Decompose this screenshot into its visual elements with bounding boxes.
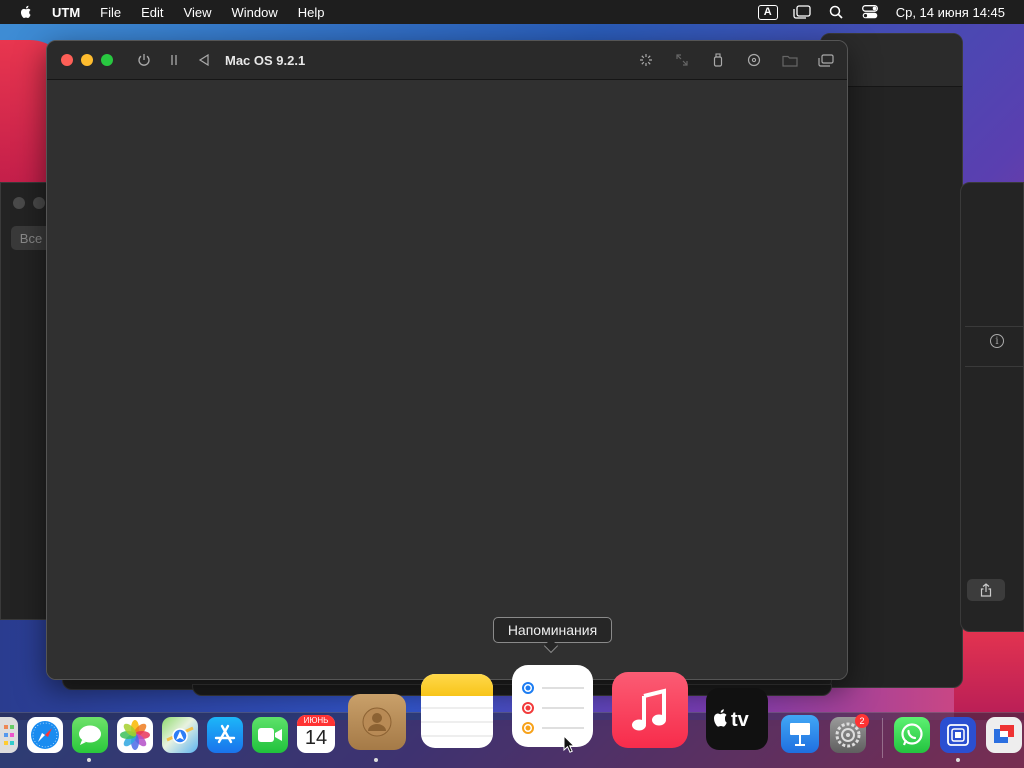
- facetime-icon[interactable]: [252, 717, 288, 753]
- menu-bar: UTM File Edit View Window Help A Ср, 14 …: [0, 0, 1024, 24]
- window-button-inactive[interactable]: [13, 197, 25, 209]
- shared-folder-button[interactable]: [779, 49, 801, 71]
- maps-icon[interactable]: [162, 717, 198, 753]
- divider: [965, 366, 1023, 367]
- share-icon: [980, 583, 992, 597]
- utm-icon[interactable]: [940, 717, 976, 753]
- pause-button[interactable]: [163, 49, 185, 71]
- apple-tv-icon[interactable]: tv: [706, 688, 768, 750]
- apple-menu-icon[interactable]: [18, 4, 34, 20]
- svg-text:tv: tv: [731, 709, 750, 731]
- minimize-button[interactable]: [81, 54, 93, 66]
- resize-arrows-icon: [676, 54, 688, 66]
- notes-icon[interactable]: [421, 674, 493, 748]
- messages-icon[interactable]: [72, 717, 108, 753]
- window-title: Mac OS 9.2.1: [225, 52, 306, 68]
- disc-icon: [747, 53, 761, 67]
- folder-icon: [782, 55, 798, 67]
- app-store-icon[interactable]: [207, 717, 243, 753]
- window-titlebar[interactable]: Mac OS 9.2.1: [47, 41, 847, 80]
- usb-drive-icon: [713, 53, 723, 67]
- app-menu[interactable]: UTM: [52, 5, 80, 20]
- control-center-icon[interactable]: [860, 4, 880, 20]
- restart-button[interactable]: [193, 49, 215, 71]
- running-indicator: [956, 758, 960, 762]
- divider: [965, 326, 1023, 327]
- power-button[interactable]: [133, 49, 155, 71]
- notes-header: [421, 674, 493, 696]
- windows-icon: [818, 53, 834, 67]
- spotlight-search-icon[interactable]: [826, 4, 846, 20]
- notification-badge: 2: [855, 714, 869, 728]
- wallpaper-shape-right: [954, 620, 1024, 720]
- menu-help[interactable]: Help: [298, 5, 325, 20]
- info-icon[interactable]: i: [990, 334, 1004, 348]
- calendar-day: 14: [304, 727, 328, 749]
- toolbar-right: [635, 49, 837, 71]
- close-button[interactable]: [61, 54, 73, 66]
- dock-tooltip: Напоминания: [493, 617, 612, 643]
- window-button-inactive[interactable]: [33, 197, 45, 209]
- input-source-icon[interactable]: A: [757, 4, 778, 20]
- menu-file[interactable]: File: [100, 5, 121, 20]
- vm-display[interactable]: [47, 80, 847, 679]
- reminders-icon[interactable]: [512, 665, 593, 747]
- drives-button[interactable]: [743, 49, 765, 71]
- share-button[interactable]: [967, 579, 1005, 601]
- traffic-lights: [61, 54, 113, 66]
- stage-manager-icon[interactable]: [792, 4, 812, 20]
- capture-mouse-button[interactable]: [635, 49, 657, 71]
- keynote-icon[interactable]: [781, 715, 819, 753]
- input-source-label: A: [757, 4, 778, 20]
- photos-icon[interactable]: [117, 717, 153, 753]
- running-indicator: [374, 758, 378, 762]
- zoom-button[interactable]: [101, 54, 113, 66]
- menu-window[interactable]: Window: [231, 5, 277, 20]
- whatsapp-icon[interactable]: [894, 717, 930, 753]
- menubar-clock[interactable]: Ср, 14 июня 14:45: [896, 5, 1005, 20]
- safari-icon[interactable]: [27, 717, 63, 753]
- background-window-detail[interactable]: i: [960, 182, 1024, 632]
- dock-separator: [882, 718, 883, 758]
- contacts-icon[interactable]: [348, 694, 406, 750]
- parallels-icon[interactable]: [986, 717, 1022, 753]
- menu-edit[interactable]: Edit: [141, 5, 163, 20]
- windows-button[interactable]: [815, 49, 837, 71]
- running-indicator: [87, 758, 91, 762]
- resize-button[interactable]: [671, 49, 693, 71]
- mouse-cursor-icon: [563, 735, 575, 753]
- calendar-month: ИЮНЬ: [297, 715, 335, 726]
- sparkle-icon: [640, 54, 652, 66]
- launchpad-icon[interactable]: [0, 717, 18, 753]
- music-icon[interactable]: [612, 672, 688, 748]
- power-icon: [138, 54, 150, 66]
- segment-all[interactable]: Все: [11, 226, 51, 250]
- usb-button[interactable]: [707, 49, 729, 71]
- play-back-icon: [198, 54, 209, 66]
- menu-view[interactable]: View: [184, 5, 212, 20]
- vm-window[interactable]: Mac OS 9.2.1: [46, 40, 848, 680]
- calendar-icon[interactable]: ИЮНЬ 14: [297, 715, 335, 753]
- pause-icon: [171, 55, 177, 65]
